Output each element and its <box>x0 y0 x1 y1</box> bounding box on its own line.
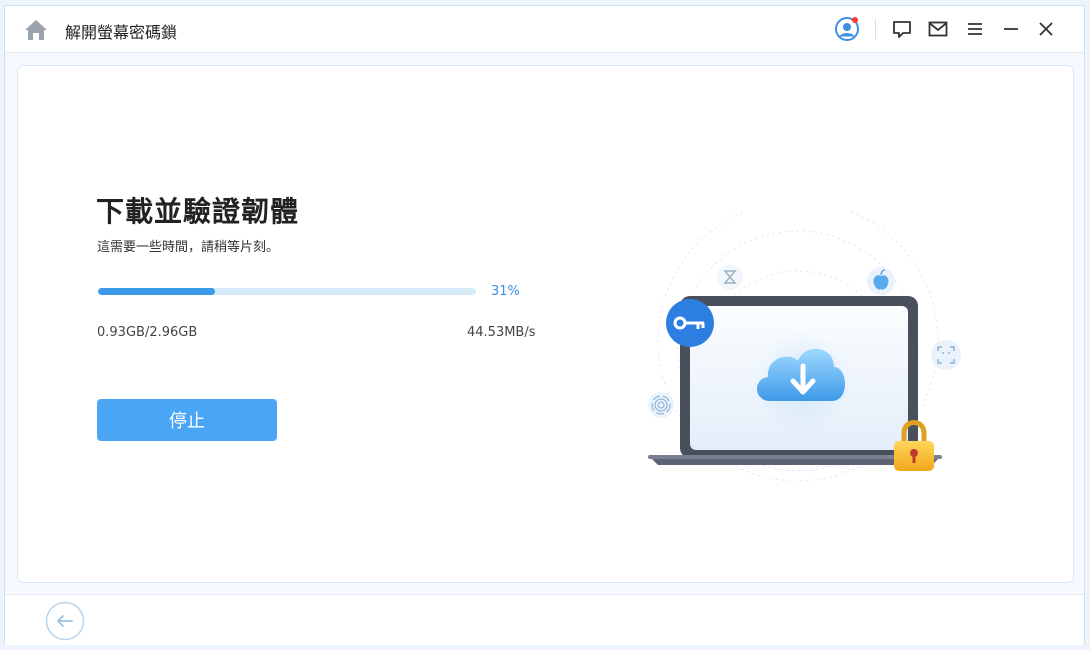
progress-fill <box>98 288 216 295</box>
minimize-icon[interactable] <box>1000 18 1022 40</box>
progress-percent: 31% <box>491 284 520 299</box>
footer-bar <box>5 594 1084 645</box>
toolbar-separator <box>875 19 876 39</box>
stop-button[interactable]: 停止 <box>97 399 277 441</box>
app-window: 解開螢幕密碼鎖 下載並驗證韌體 這需要一些時間，請稍等片刻。 31% 0.93G… <box>4 5 1085 645</box>
notification-dot <box>852 17 858 23</box>
home-icon[interactable] <box>23 18 49 42</box>
title-bar: 解開螢幕密碼鎖 <box>5 6 1084 53</box>
download-speed: 44.53MB/s <box>467 325 536 340</box>
mail-icon[interactable] <box>927 18 949 40</box>
feedback-icon[interactable] <box>891 18 913 40</box>
downloaded-size: 0.93GB/2.96GB <box>97 325 198 340</box>
page-title: 下載並驗證韌體 <box>96 195 300 228</box>
key-icon <box>666 299 714 347</box>
download-progress-bar <box>98 288 476 295</box>
fingerprint-icon <box>648 392 674 418</box>
main-panel: 下載並驗證韌體 這需要一些時間，請稍等片刻。 31% 0.93GB/2.96GB… <box>17 65 1074 583</box>
page-subtitle: 這需要一些時間，請稍等片刻。 <box>97 240 280 255</box>
back-arrow-icon[interactable] <box>45 601 85 641</box>
close-icon[interactable] <box>1035 18 1057 40</box>
user-avatar-icon[interactable] <box>834 16 860 42</box>
face-id-icon <box>931 340 961 370</box>
hourglass-icon <box>717 264 743 290</box>
apple-icon <box>867 267 895 295</box>
firmware-illustration <box>648 211 961 481</box>
app-title: 解開螢幕密碼鎖 <box>65 23 178 42</box>
menu-icon[interactable] <box>964 18 986 40</box>
